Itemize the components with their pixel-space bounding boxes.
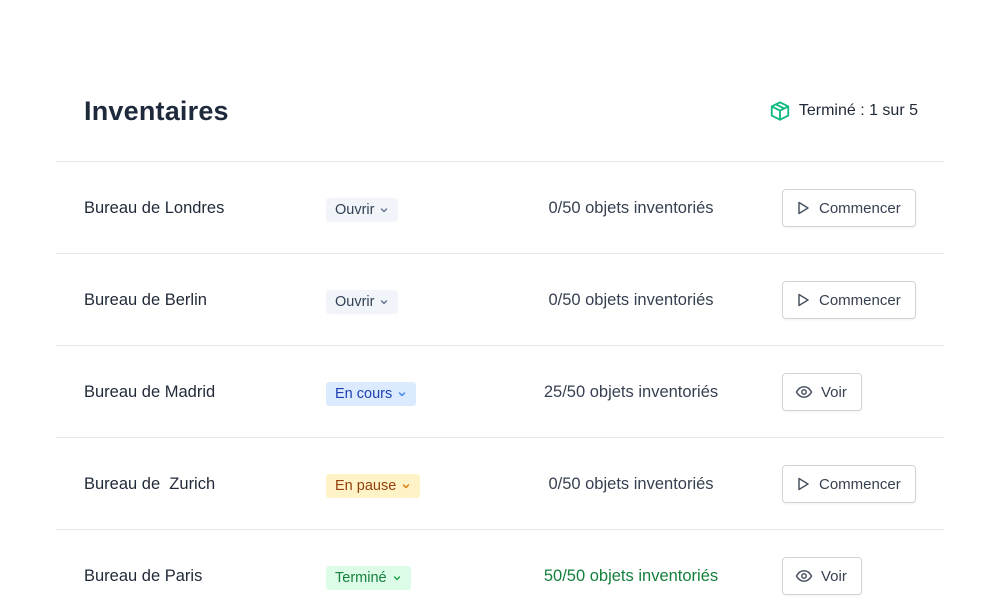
office-name: Bureau de Paris (84, 566, 203, 585)
view-button[interactable]: Voir (782, 373, 862, 411)
items-count: 25/50 objets inventoriés (543, 382, 719, 401)
start-button-label: Commencer (819, 291, 901, 309)
play-icon (798, 201, 809, 215)
start-button[interactable]: Commencer (782, 281, 916, 319)
view-button-label: Voir (821, 383, 847, 401)
table-row: Bureau de Madrid En cours 25/50 objets i… (56, 345, 944, 437)
start-button-label: Commencer (819, 199, 901, 217)
status-label: Terminé (335, 570, 387, 586)
start-button[interactable]: Commencer (782, 189, 916, 227)
start-button[interactable]: Commencer (782, 465, 916, 503)
play-icon (798, 477, 809, 491)
status-dropdown[interactable]: Ouvrir (326, 290, 399, 314)
chevron-down-icon (393, 576, 400, 581)
page-header: Inventaires Terminé : 1 sur 5 (84, 92, 918, 130)
status-label: En pause (335, 478, 397, 494)
completion-summary-text: Terminé : 1 sur 5 (798, 102, 918, 119)
items-count: 0/50 objets inventoriés (548, 198, 714, 217)
eye-icon (795, 386, 813, 398)
chevron-down-icon (381, 208, 388, 213)
view-button[interactable]: Voir (782, 557, 862, 595)
status-label: En cours (335, 386, 393, 402)
inventory-table: Bureau de Londres Ouvrir 0/50 objets inv… (56, 161, 944, 600)
table-row: Bureau de Zurich En pause 0/50 objets in… (56, 437, 944, 529)
table-row: Bureau de Paris Terminé 50/50 objets inv… (56, 529, 944, 600)
box-icon (769, 100, 791, 122)
items-count: 0/50 objets inventoriés (548, 474, 714, 493)
status-dropdown[interactable]: En cours (326, 382, 417, 406)
chevron-down-icon (381, 300, 388, 305)
status-dropdown[interactable]: En pause (326, 474, 421, 498)
status-dropdown[interactable]: Ouvrir (326, 198, 399, 222)
table-row: Bureau de Berlin Ouvrir 0/50 objets inve… (56, 253, 944, 345)
office-name: Bureau de Londres (84, 198, 225, 217)
status-dropdown[interactable]: Terminé (326, 566, 411, 590)
inventory-page: Inventaires Terminé : 1 sur 5 Bureau de … (0, 0, 1000, 600)
view-button-label: Voir (821, 567, 847, 585)
items-count: 50/50 objets inventoriés (543, 566, 719, 585)
chevron-down-icon (403, 484, 410, 489)
office-name: Bureau de Berlin (84, 290, 207, 309)
items-count: 0/50 objets inventoriés (548, 290, 714, 309)
status-label: Ouvrir (335, 202, 375, 218)
play-icon (798, 293, 809, 307)
start-button-label: Commencer (819, 475, 901, 493)
completion-summary: Terminé : 1 sur 5 (769, 100, 918, 122)
office-name: Bureau de Madrid (84, 382, 216, 401)
office-name: Bureau de Zurich (84, 474, 216, 493)
chevron-down-icon (399, 392, 406, 397)
status-label: Ouvrir (335, 294, 375, 310)
eye-icon (795, 570, 813, 582)
table-row: Bureau de Londres Ouvrir 0/50 objets inv… (56, 161, 944, 253)
page-title: Inventaires (84, 95, 229, 126)
